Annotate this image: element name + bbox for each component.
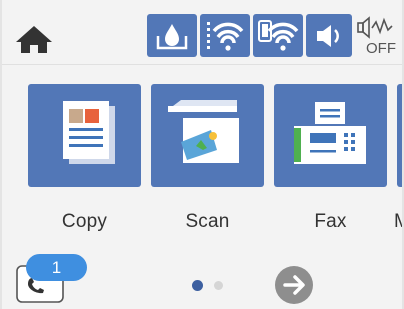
fax-job-count-badge: 1 — [26, 254, 87, 281]
next-page-button[interactable] — [275, 266, 313, 304]
quiet-mode-off-label: OFF — [366, 40, 396, 57]
scan-tile[interactable] — [151, 84, 264, 187]
copy-icon — [63, 101, 115, 164]
fax-tile[interactable] — [274, 84, 387, 187]
printer-home-screen: OFF Copy Scan Fax 1 — [0, 0, 404, 309]
wifi-button[interactable] — [200, 14, 250, 57]
speaker-icon — [317, 24, 339, 47]
volume-button[interactable] — [306, 14, 352, 57]
more-tile[interactable] — [397, 84, 402, 187]
status-bar: OFF — [2, 0, 402, 64]
wifi-direct-button[interactable] — [253, 14, 303, 57]
copy-label: Copy — [61, 211, 108, 232]
fax-icon — [294, 102, 366, 164]
wifi-direct-icon — [258, 19, 299, 51]
ink-level-button[interactable] — [147, 14, 197, 57]
home-icon — [16, 26, 52, 53]
fax-label: Fax — [314, 211, 347, 232]
page-dot-inactive — [214, 281, 223, 290]
more-label: M — [394, 211, 402, 233]
arrow-right-icon — [283, 275, 305, 295]
scan-icon — [168, 100, 239, 163]
wifi-icon — [207, 21, 244, 51]
copy-tile[interactable] — [28, 84, 141, 187]
scan-label: Scan — [185, 211, 230, 232]
page-dot-active — [192, 280, 203, 291]
quiet-mode-button[interactable]: OFF — [354, 14, 402, 57]
ink-level-icon — [156, 23, 188, 49]
home-button[interactable] — [12, 18, 56, 58]
quiet-mode-off-icon: OFF — [357, 16, 396, 57]
status-bar-divider — [2, 64, 402, 65]
